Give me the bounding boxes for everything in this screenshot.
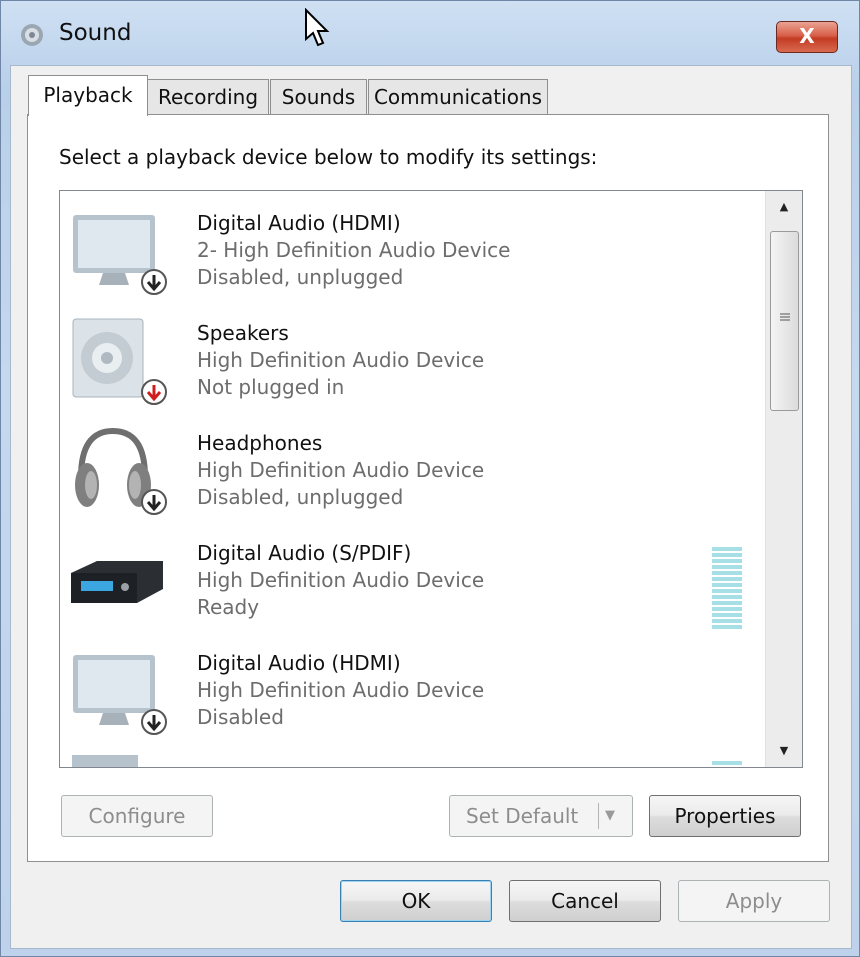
volume-level-meter xyxy=(712,547,742,631)
device-name: Digital Audio (HDMI) xyxy=(197,211,401,235)
scrollbar-thumb[interactable] xyxy=(770,231,799,411)
dialog-client-area: Playback Recording Sounds Communications… xyxy=(10,65,852,949)
close-button[interactable]: X xyxy=(776,21,838,53)
tab-recording[interactable]: Recording xyxy=(147,79,269,114)
device-item[interactable]: Headphones High Definition Audio Device … xyxy=(60,411,760,521)
tab-sounds[interactable]: Sounds xyxy=(270,79,367,114)
set-default-label: Set Default xyxy=(466,804,579,828)
device-item[interactable]: Digital Audio (S/PDIF) High Definition A… xyxy=(60,521,760,631)
device-list-scrollbar[interactable]: ▲ ▼ xyxy=(765,191,802,767)
title-bar[interactable]: Sound X xyxy=(1,1,859,65)
device-description: High Definition Audio Device xyxy=(197,458,485,482)
device-name: Speakers xyxy=(197,321,289,345)
set-default-split-button[interactable]: Set Default ▼ xyxy=(449,795,633,837)
device-status: Ready xyxy=(197,595,260,619)
partial-volume-meter xyxy=(712,761,742,765)
tab-playback[interactable]: Playback xyxy=(28,75,148,116)
grip-icon xyxy=(780,313,790,321)
device-name: Digital Audio (HDMI) xyxy=(197,651,401,675)
mouse-cursor-icon xyxy=(305,8,330,47)
device-status: Disabled, unplugged xyxy=(197,485,404,509)
sound-dialog: Sound X Playback Recording Sounds Commun… xyxy=(0,0,860,957)
split-separator xyxy=(598,803,599,829)
device-description: High Definition Audio Device xyxy=(197,348,485,372)
monitor-icon xyxy=(73,655,167,735)
device-item[interactable]: Digital Audio (HDMI) 2- High Definition … xyxy=(60,191,760,301)
device-list[interactable]: Digital Audio (HDMI) 2- High Definition … xyxy=(59,190,803,768)
apply-button[interactable]: Apply xyxy=(678,880,830,922)
window-title: Sound xyxy=(59,20,132,46)
device-name: Headphones xyxy=(197,431,323,455)
instruction-text: Select a playback device below to modify… xyxy=(59,145,598,169)
configure-button[interactable]: Configure xyxy=(61,795,213,837)
device-description: 2- High Definition Audio Device xyxy=(197,238,511,262)
headphones-icon xyxy=(75,427,167,515)
playback-panel: Select a playback device below to modify… xyxy=(27,114,829,862)
device-item[interactable]: Speakers High Definition Audio Device No… xyxy=(60,301,760,411)
device-name: Digital Audio (S/PDIF) xyxy=(197,541,412,565)
receiver-icon xyxy=(71,561,163,603)
device-status: Disabled, unplugged xyxy=(197,265,404,289)
cancel-button[interactable]: Cancel xyxy=(509,880,661,922)
device-description: High Definition Audio Device xyxy=(197,568,485,592)
device-status: Not plugged in xyxy=(197,375,345,399)
ok-button[interactable]: OK xyxy=(340,880,492,922)
properties-button[interactable]: Properties xyxy=(649,795,801,837)
speaker-title-icon xyxy=(21,24,43,46)
device-item[interactable]: Digital Audio (HDMI) High Definition Aud… xyxy=(60,631,760,741)
scroll-down-arrow-icon[interactable]: ▼ xyxy=(766,735,802,767)
tab-communications[interactable]: Communications xyxy=(368,79,548,114)
partial-device-icon xyxy=(72,755,138,767)
monitor-icon xyxy=(73,215,167,295)
device-description: High Definition Audio Device xyxy=(197,678,485,702)
device-status: Disabled xyxy=(197,705,284,729)
speaker-icon xyxy=(72,318,167,405)
scroll-up-arrow-icon[interactable]: ▲ xyxy=(766,191,802,223)
dropdown-arrow-icon[interactable]: ▼ xyxy=(605,796,625,836)
